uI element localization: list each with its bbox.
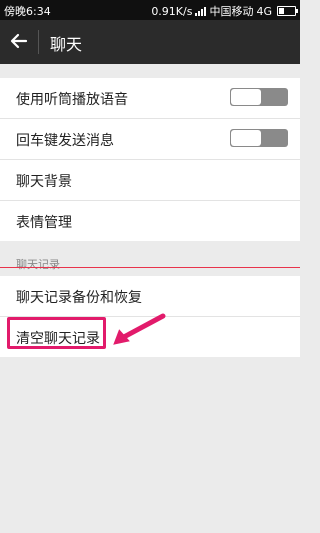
setting-label: 聊天记录备份和恢复 bbox=[16, 290, 142, 306]
setting-backup-restore[interactable]: 聊天记录备份和恢复 bbox=[0, 276, 300, 317]
highlight-annotation bbox=[7, 317, 106, 349]
enter-send-toggle[interactable] bbox=[230, 129, 288, 147]
setting-chat-background[interactable]: 聊天背景 bbox=[0, 160, 300, 201]
status-time: 傍晚6:34 bbox=[4, 5, 51, 18]
setting-earpiece-playback[interactable]: 使用听筒播放语音 bbox=[0, 78, 300, 119]
settings-group: 使用听筒播放语音 回车键发送消息 聊天背景 表情管理 bbox=[0, 78, 300, 241]
arrow-left-icon[interactable] bbox=[8, 30, 30, 52]
setting-label: 表情管理 bbox=[16, 215, 72, 231]
signal-icon bbox=[195, 6, 207, 16]
page-title: 聊天 bbox=[50, 35, 83, 54]
pointer-arrow-icon bbox=[113, 313, 166, 345]
setting-label: 使用听筒播放语音 bbox=[16, 92, 128, 108]
carrier-name: 中国移动 bbox=[209, 5, 254, 18]
toggle-knob bbox=[231, 130, 261, 146]
network-speed: 0.91K/s bbox=[151, 4, 193, 18]
setting-label: 聊天背景 bbox=[16, 174, 72, 190]
section-header-chat-history: 聊天记录 bbox=[16, 258, 60, 271]
setting-enter-to-send[interactable]: 回车键发送消息 bbox=[0, 119, 300, 160]
toolbar: 聊天 bbox=[0, 20, 300, 64]
toolbar-divider bbox=[38, 30, 39, 54]
battery-icon bbox=[277, 6, 298, 16]
toggle-knob bbox=[231, 89, 261, 105]
status-bar: 傍晚6:34 0.91K/s 中国移动 4G bbox=[0, 0, 300, 20]
section-divider-line bbox=[0, 267, 300, 268]
setting-sticker-management[interactable]: 表情管理 bbox=[0, 201, 300, 241]
setting-label: 回车键发送消息 bbox=[16, 133, 114, 149]
network-type: 4G bbox=[256, 4, 272, 18]
earpiece-toggle[interactable] bbox=[230, 88, 288, 106]
status-indicators: 0.91K/s 中国移动 4G bbox=[151, 3, 298, 19]
